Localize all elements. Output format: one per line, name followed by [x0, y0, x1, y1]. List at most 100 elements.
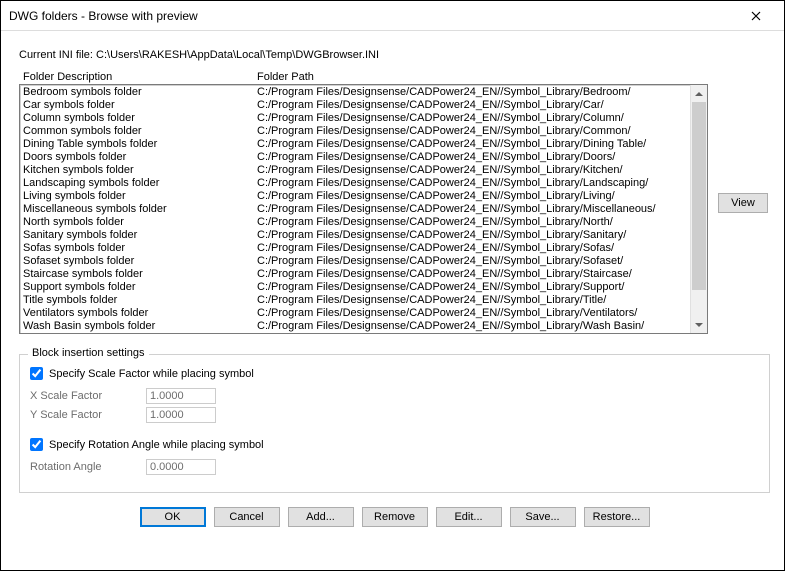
folder-listbox[interactable]: Bedroom symbols folderC:/Program Files/D…: [19, 84, 708, 334]
folder-description: Column symbols folder: [23, 112, 257, 125]
cancel-button[interactable]: Cancel: [214, 507, 280, 527]
restore-button[interactable]: Restore...: [584, 507, 650, 527]
folder-path: C:/Program Files/Designsense/CADPower24_…: [257, 177, 690, 190]
folder-path: C:/Program Files/Designsense/CADPower24_…: [257, 125, 690, 138]
folder-description: Wash Basin symbols folder: [23, 320, 257, 333]
list-item[interactable]: North symbols folderC:/Program Files/Des…: [23, 216, 690, 229]
folder-path: C:/Program Files/Designsense/CADPower24_…: [257, 320, 690, 333]
x-scale-row: X Scale Factor: [30, 388, 759, 404]
folder-description: Car symbols folder: [23, 99, 257, 112]
close-icon: [751, 11, 761, 21]
block-insertion-settings: Block insertion settings Specify Scale F…: [19, 354, 770, 493]
ini-file-label: Current INI file: C:\Users\RAKESH\AppDat…: [19, 49, 770, 61]
folder-path: C:/Program Files/Designsense/CADPower24_…: [257, 255, 690, 268]
folder-description: Sofaset symbols folder: [23, 255, 257, 268]
rotation-angle-row: Rotation Angle: [30, 459, 759, 475]
list-item[interactable]: Sofaset symbols folderC:/Program Files/D…: [23, 255, 690, 268]
folder-description: Miscellaneous symbols folder: [23, 203, 257, 216]
list-item[interactable]: Ventilators symbols folderC:/Program Fil…: [23, 307, 690, 320]
list-item[interactable]: Common symbols folderC:/Program Files/De…: [23, 125, 690, 138]
folder-list-headers: Folder Description Folder Path: [19, 71, 708, 84]
edit-button[interactable]: Edit...: [436, 507, 502, 527]
folder-list-wrap: Folder Description Folder Path Bedroom s…: [19, 71, 708, 334]
list-item[interactable]: Sanitary symbols folderC:/Program Files/…: [23, 229, 690, 242]
specify-rotation-checkbox[interactable]: [30, 438, 43, 451]
folder-path: C:/Program Files/Designsense/CADPower24_…: [257, 151, 690, 164]
ok-button[interactable]: OK: [140, 507, 206, 527]
list-item[interactable]: Support symbols folderC:/Program Files/D…: [23, 281, 690, 294]
folder-path: C:/Program Files/Designsense/CADPower24_…: [257, 268, 690, 281]
folder-list-items: Bedroom symbols folderC:/Program Files/D…: [20, 85, 690, 333]
folder-description: Doors symbols folder: [23, 151, 257, 164]
scroll-up-button[interactable]: [691, 85, 707, 102]
folder-description: Sofas symbols folder: [23, 242, 257, 255]
rotation-angle-label: Rotation Angle: [30, 461, 140, 473]
folder-description: Ventilators symbols folder: [23, 307, 257, 320]
list-item[interactable]: Living symbols folderC:/Program Files/De…: [23, 190, 690, 203]
specify-scale-factor-checkbox[interactable]: [30, 367, 43, 380]
list-item[interactable]: Dining Table symbols folderC:/Program Fi…: [23, 138, 690, 151]
dialog-button-row: OK Cancel Add... Remove Edit... Save... …: [19, 507, 770, 527]
scroll-track[interactable]: [691, 102, 707, 316]
folder-description: Support symbols folder: [23, 281, 257, 294]
folder-path: C:/Program Files/Designsense/CADPower24_…: [257, 112, 690, 125]
folder-description: Sanitary symbols folder: [23, 229, 257, 242]
y-scale-row: Y Scale Factor: [30, 407, 759, 423]
folder-path: C:/Program Files/Designsense/CADPower24_…: [257, 216, 690, 229]
list-item[interactable]: Sofas symbols folderC:/Program Files/Des…: [23, 242, 690, 255]
folder-path: C:/Program Files/Designsense/CADPower24_…: [257, 190, 690, 203]
dialog-window: DWG folders - Browse with preview Curren…: [0, 0, 785, 571]
list-item[interactable]: Title symbols folderC:/Program Files/Des…: [23, 294, 690, 307]
folder-description: North symbols folder: [23, 216, 257, 229]
folder-description: Kitchen symbols folder: [23, 164, 257, 177]
list-item[interactable]: Bedroom symbols folderC:/Program Files/D…: [23, 86, 690, 99]
chevron-down-icon: [695, 321, 703, 329]
folder-path: C:/Program Files/Designsense/CADPower24_…: [257, 307, 690, 320]
y-scale-input: [146, 407, 216, 423]
folder-path: C:/Program Files/Designsense/CADPower24_…: [257, 138, 690, 151]
folder-description: Common symbols folder: [23, 125, 257, 138]
x-scale-input: [146, 388, 216, 404]
folder-path: C:/Program Files/Designsense/CADPower24_…: [257, 281, 690, 294]
folder-description: Staircase symbols folder: [23, 268, 257, 281]
folder-list-area: Folder Description Folder Path Bedroom s…: [19, 71, 770, 334]
save-button[interactable]: Save...: [510, 507, 576, 527]
folder-description: Title symbols folder: [23, 294, 257, 307]
folder-path: C:/Program Files/Designsense/CADPower24_…: [257, 229, 690, 242]
folder-path: C:/Program Files/Designsense/CADPower24_…: [257, 86, 690, 99]
list-item[interactable]: Doors symbols folderC:/Program Files/Des…: [23, 151, 690, 164]
folder-description: Landscaping symbols folder: [23, 177, 257, 190]
view-button-column: View: [716, 193, 770, 213]
scroll-down-button[interactable]: [691, 316, 707, 333]
list-item[interactable]: Column symbols folderC:/Program Files/De…: [23, 112, 690, 125]
y-scale-label: Y Scale Factor: [30, 409, 140, 421]
block-settings-legend: Block insertion settings: [28, 347, 149, 359]
specify-rotation-row[interactable]: Specify Rotation Angle while placing sym…: [30, 438, 759, 451]
list-item[interactable]: Wash Basin symbols folderC:/Program File…: [23, 320, 690, 333]
scrollbar[interactable]: [690, 85, 707, 333]
window-title: DWG folders - Browse with preview: [9, 9, 198, 23]
list-item[interactable]: Landscaping symbols folderC:/Program Fil…: [23, 177, 690, 190]
view-button[interactable]: View: [718, 193, 768, 213]
list-item[interactable]: Kitchen symbols folderC:/Program Files/D…: [23, 164, 690, 177]
titlebar: DWG folders - Browse with preview: [1, 1, 784, 31]
header-folder-path: Folder Path: [257, 71, 708, 83]
folder-path: C:/Program Files/Designsense/CADPower24_…: [257, 294, 690, 307]
folder-description: Bedroom symbols folder: [23, 86, 257, 99]
list-item[interactable]: Staircase symbols folderC:/Program Files…: [23, 268, 690, 281]
list-item[interactable]: Car symbols folderC:/Program Files/Desig…: [23, 99, 690, 112]
x-scale-label: X Scale Factor: [30, 390, 140, 402]
header-folder-description: Folder Description: [23, 71, 257, 83]
folder-description: Dining Table symbols folder: [23, 138, 257, 151]
rotation-angle-input: [146, 459, 216, 475]
folder-path: C:/Program Files/Designsense/CADPower24_…: [257, 242, 690, 255]
add-button[interactable]: Add...: [288, 507, 354, 527]
remove-button[interactable]: Remove: [362, 507, 428, 527]
scroll-thumb[interactable]: [692, 102, 706, 290]
dialog-content: Current INI file: C:\Users\RAKESH\AppDat…: [1, 31, 784, 570]
folder-path: C:/Program Files/Designsense/CADPower24_…: [257, 164, 690, 177]
list-item[interactable]: Miscellaneous symbols folderC:/Program F…: [23, 203, 690, 216]
chevron-up-icon: [695, 90, 703, 98]
specify-scale-factor-row[interactable]: Specify Scale Factor while placing symbo…: [30, 367, 759, 380]
close-button[interactable]: [736, 2, 776, 30]
